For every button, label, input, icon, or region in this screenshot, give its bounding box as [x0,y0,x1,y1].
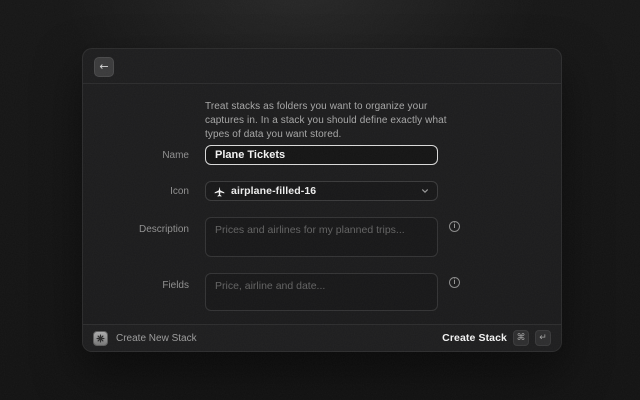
fields-row: Fields i [83,273,460,311]
fields-label: Fields [83,280,189,291]
back-button[interactable]: ← [94,57,114,77]
icon-select-value: airplane-filled-16 [231,185,316,197]
intro-text: Treat stacks as folders you want to orga… [205,100,455,142]
modal-header: ← [83,49,561,84]
create-stack-label: Create Stack [442,332,507,344]
create-stack-button[interactable]: Create Stack ⌘ ↵ [442,330,551,346]
fields-textarea[interactable] [205,273,438,311]
icon-label: Icon [83,186,189,197]
app-background: ← Treat stacks as folders you want to or… [0,0,640,400]
icon-row: Icon airplane-filled-16 [83,181,438,201]
footer-left: Create New Stack [93,331,197,346]
create-stack-modal: ← Treat stacks as folders you want to or… [82,48,562,352]
info-icon: i [449,221,460,232]
name-input[interactable] [205,145,438,165]
name-label: Name [83,150,189,161]
icon-select[interactable]: airplane-filled-16 [205,181,438,201]
arrow-left-icon: ← [99,60,108,73]
return-key-icon: ↵ [535,330,551,346]
description-label: Description [83,224,189,235]
chevron-down-icon [421,187,429,195]
name-row: Name [83,145,438,165]
app-logo-icon [93,331,108,346]
modal-footer: Create New Stack Create Stack ⌘ ↵ [83,324,561,351]
info-icon: i [449,277,460,288]
description-textarea[interactable] [205,217,438,257]
airplane-icon [214,186,225,197]
command-key-icon: ⌘ [513,330,529,346]
description-row: Description i [83,217,460,257]
footer-title: Create New Stack [116,333,197,344]
